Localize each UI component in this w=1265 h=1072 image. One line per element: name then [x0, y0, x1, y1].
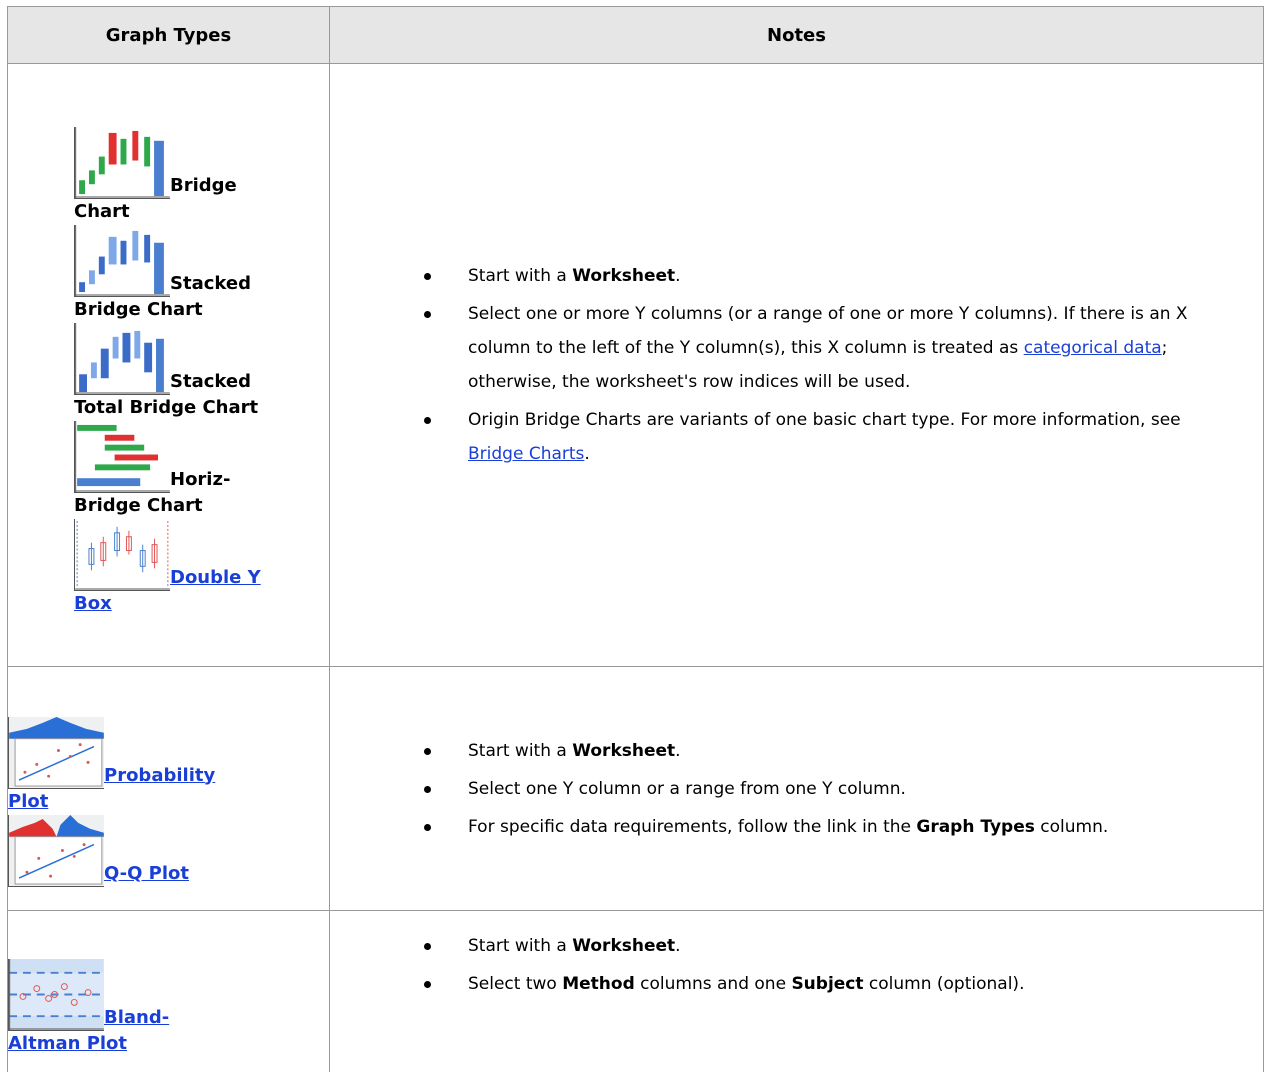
stacked-bridge-chart-icon: [74, 225, 170, 297]
list-item: Select two Method columns and one Subjec…: [424, 967, 1263, 1001]
horiz-bridge-chart-icon: [74, 421, 170, 493]
note-text: .: [584, 444, 590, 464]
note-text: For specific data requirements, follow t…: [468, 816, 917, 837]
note-text: .: [675, 740, 681, 761]
list-item: Select one Y column or a range from one …: [424, 772, 1263, 806]
gt-item-bridge-chart: Bridge Chart: [74, 127, 264, 225]
list-item: For specific data requirements, follow t…: [424, 810, 1263, 844]
note-text: .: [675, 936, 681, 956]
bridge-chart-icon: [74, 127, 170, 199]
graph-types-cell: Probability Plot Q-Q Plot: [7, 666, 330, 911]
gt-item-stacked-total-bridge-chart: Stacked Total Bridge Chart: [74, 323, 274, 421]
table-row: Bridge Chart Stacked Bridge Chart Stacke…: [7, 63, 1264, 667]
list-item: Start with a Worksheet.: [424, 929, 1263, 963]
note-bold: Worksheet: [572, 740, 676, 761]
probability-plot-icon: [8, 716, 104, 789]
note-text: column.: [1034, 816, 1109, 837]
bland-altman-plot-icon: [8, 958, 104, 1031]
table-row: Bland-Altman Plot Start with a Worksheet…: [7, 910, 1264, 1072]
graph-types-cell: Bridge Chart Stacked Bridge Chart Stacke…: [7, 63, 330, 667]
note-text: Origin Bridge Charts are variants of one…: [468, 410, 1181, 430]
notes-cell: Start with a Worksheet. Select one Y col…: [329, 666, 1264, 911]
note-text: columns and one: [634, 974, 792, 994]
list-item: Origin Bridge Charts are variants of one…: [424, 403, 1263, 471]
graph-types-cell: Bland-Altman Plot: [7, 910, 330, 1072]
note-text: Select two: [468, 974, 563, 994]
gt-item-double-y-box[interactable]: Double Y Box: [74, 519, 284, 617]
graph-types-table: Graph Types Notes Bridge Chart Stacked B…: [7, 6, 1264, 1072]
bridge-charts-link[interactable]: Bridge Charts: [468, 444, 584, 464]
note-bold: Worksheet: [572, 936, 676, 956]
list-item: Start with a Worksheet.: [424, 259, 1263, 293]
notes-list: Start with a Worksheet. Select one or mo…: [330, 259, 1263, 471]
stacked-total-bridge-chart-icon: [74, 323, 170, 395]
document-page: Graph Types Notes Bridge Chart Stacked B…: [0, 0, 1265, 1072]
notes-cell: Start with a Worksheet. Select one or mo…: [329, 63, 1264, 667]
note-bold: Worksheet: [572, 266, 676, 286]
note-text: column (optional).: [863, 974, 1025, 994]
note-text: .: [675, 266, 681, 286]
note-text: Select one Y column or a range from one …: [468, 778, 906, 799]
list-item: Start with a Worksheet.: [424, 734, 1263, 768]
list-item: Select one or more Y columns (or a range…: [424, 297, 1263, 399]
categorical-data-link[interactable]: categorical data: [1024, 338, 1162, 358]
notes-list: Start with a Worksheet. Select one Y col…: [330, 734, 1263, 844]
note-text: Start with a: [468, 266, 573, 286]
note-text: Start with a: [468, 936, 573, 956]
note-bold: Subject: [791, 974, 864, 994]
gt-item-stacked-bridge-chart: Stacked Bridge Chart: [74, 225, 274, 323]
gt-item-probability-plot[interactable]: Probability Plot: [8, 716, 228, 815]
qq-plot-link[interactable]: Q-Q Plot: [104, 863, 189, 884]
double-y-box-icon: [74, 519, 170, 591]
note-text: Start with a: [468, 740, 573, 761]
qq-plot-icon: [8, 814, 104, 887]
gt-item-horiz-bridge-chart: Horiz-Bridge Chart: [74, 421, 264, 519]
gt-item-bland-altman-plot[interactable]: Bland-Altman Plot: [8, 958, 198, 1057]
notes-list: Start with a Worksheet. Select two Metho…: [330, 929, 1263, 1001]
gt-item-qq-plot[interactable]: Q-Q Plot: [8, 814, 218, 887]
header-notes: Notes: [329, 6, 1264, 64]
notes-cell: Start with a Worksheet. Select two Metho…: [329, 910, 1264, 1072]
table-row: Probability Plot Q-Q Plot Start with a W…: [7, 666, 1264, 911]
header-graph-types: Graph Types: [7, 6, 330, 64]
note-bold: Graph Types: [916, 816, 1035, 837]
note-bold: Method: [562, 974, 635, 994]
table-header-row: Graph Types Notes: [7, 6, 1264, 64]
